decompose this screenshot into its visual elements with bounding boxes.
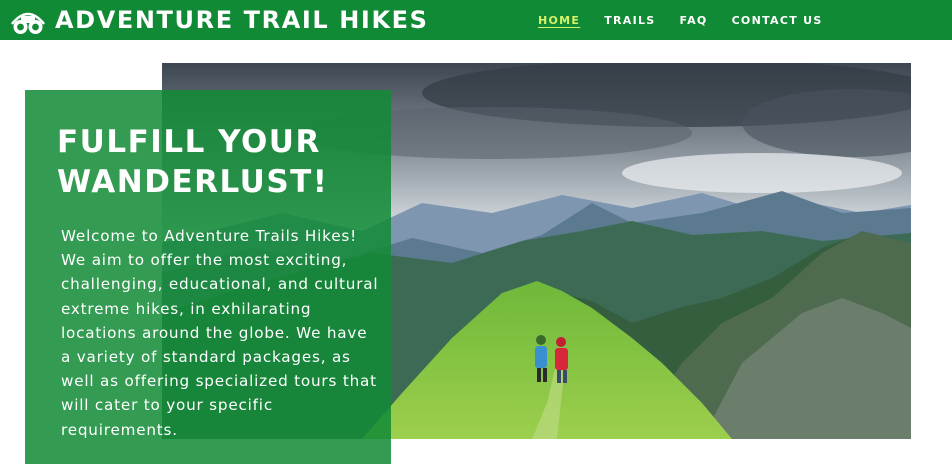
site-title[interactable]: ADVENTURE TRAIL HIKES (55, 6, 429, 34)
nav-home-link[interactable]: HOME (538, 14, 580, 27)
brand[interactable]: ADVENTURE TRAIL HIKES (0, 3, 429, 37)
main-nav: HOME TRAILS FAQ CONTACT US (538, 0, 847, 40)
site-header: ADVENTURE TRAIL HIKES HOME TRAILS FAQ CO… (0, 0, 952, 40)
binoculars-icon[interactable] (10, 3, 46, 37)
nav-faq-link[interactable]: FAQ (680, 14, 708, 27)
nav-contact-link[interactable]: CONTACT US (732, 14, 823, 27)
welcome-panel: FULFILL YOUR WANDERLUST! Welcome to Adve… (25, 90, 391, 464)
hero-heading: FULFILL YOUR WANDERLUST! (57, 124, 329, 200)
hero-description: Welcome to Adventure Trails Hikes! We ai… (61, 227, 379, 439)
nav-trails-link[interactable]: TRAILS (604, 14, 655, 27)
